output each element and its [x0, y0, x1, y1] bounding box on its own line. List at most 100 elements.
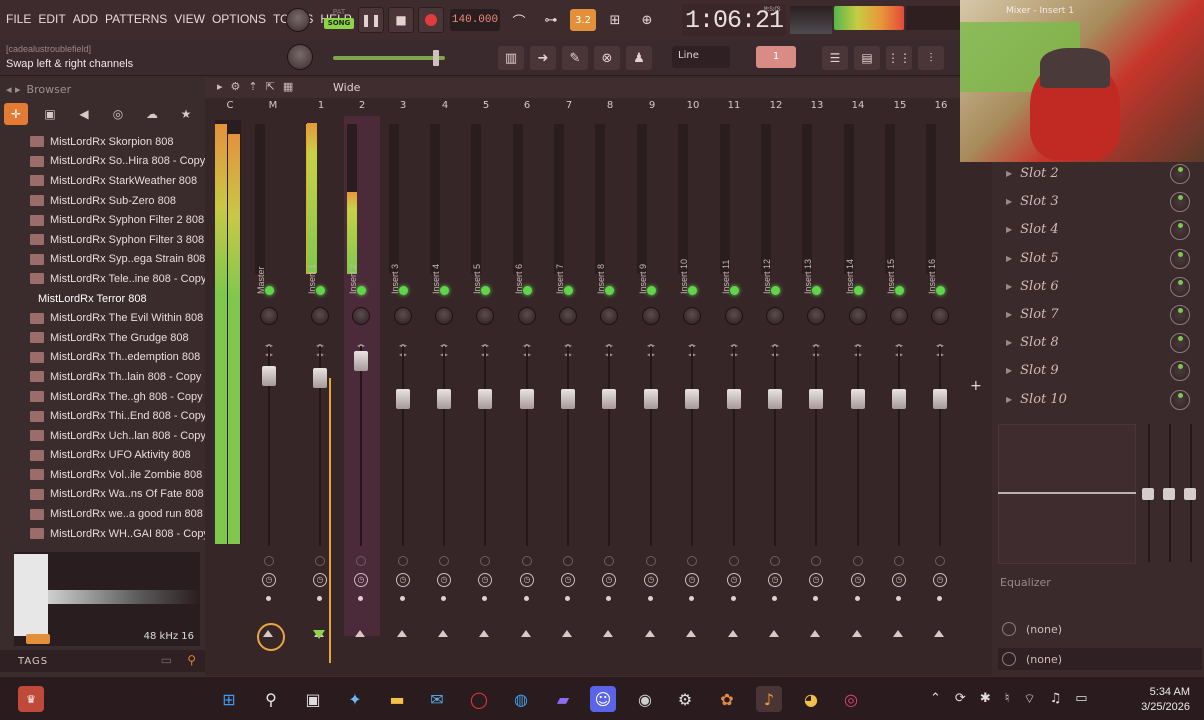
strip-record-icon[interactable]: ◷ — [727, 573, 741, 587]
slot-mix-knob[interactable] — [1170, 248, 1190, 269]
browser-file-item[interactable]: MistLordRx we..a good run 808 — [0, 504, 205, 524]
fl-studio-taskbar-icon[interactable]: ♪ — [756, 686, 782, 712]
effect-slot[interactable]: ▶ Slot 4 — [1000, 216, 1200, 243]
opera-icon[interactable]: ◯ — [466, 686, 492, 712]
strip-record-icon[interactable]: ◷ — [396, 573, 410, 587]
strip-volume-fader[interactable] — [768, 389, 782, 409]
strip-route-arrow-icon[interactable] — [438, 630, 448, 637]
strip-pan-knob[interactable] — [559, 307, 577, 325]
record-button[interactable] — [418, 7, 444, 33]
strip-name[interactable]: Insert 11 — [721, 234, 735, 294]
effect-slot[interactable]: ▶ Slot 2 — [1000, 160, 1200, 187]
strip-record-icon[interactable]: ◷ — [520, 573, 534, 587]
browser-file-item[interactable]: MistLordRx Sub-Zero 808 — [0, 191, 205, 211]
strip-mute-switch[interactable] — [812, 286, 821, 295]
strip-volume-fader[interactable] — [685, 389, 699, 409]
strip-send-dot-icon[interactable] — [565, 596, 570, 601]
strip-send-dot-icon[interactable] — [317, 596, 322, 601]
strip-pan-knob[interactable] — [435, 307, 453, 325]
tempo-display[interactable]: 140.000 — [450, 9, 500, 31]
pat-song-toggle[interactable]: PAT SONG — [324, 7, 354, 33]
strip-arm-icon[interactable] — [770, 556, 780, 566]
menu-file[interactable]: FILE — [6, 12, 31, 26]
strip-arm-icon[interactable] — [729, 556, 739, 566]
slot-expand-icon[interactable]: ▶ — [1006, 282, 1012, 291]
step-edit-icon[interactable]: ⊞ — [602, 9, 628, 31]
strip-route-arrow-icon[interactable] — [562, 630, 572, 637]
browser-file-item[interactable]: MistLordRx Uch..lan 808 - Copy — [0, 426, 205, 446]
strip-route-arrow-icon[interactable] — [852, 630, 862, 637]
mixer-strip[interactable]: Insert 9◂▸◂▸◷ — [634, 116, 670, 637]
volume-slider-thumb[interactable] — [433, 50, 439, 66]
folder-icon[interactable]: ▭ — [161, 653, 173, 667]
strip-record-icon[interactable]: ◷ — [437, 573, 451, 587]
strip-send-dot-icon[interactable] — [441, 596, 446, 601]
strip-mute-switch[interactable] — [688, 286, 697, 295]
menu-edit[interactable]: EDIT — [38, 12, 65, 26]
strip-pan-knob[interactable] — [683, 307, 701, 325]
equalizer-graph[interactable] — [998, 424, 1136, 564]
strip-record-icon[interactable]: ◷ — [768, 573, 782, 587]
file-explorer-icon[interactable]: ▬ — [384, 686, 410, 712]
strip-arm-icon[interactable] — [687, 556, 697, 566]
strip-name[interactable]: Insert 16 — [927, 234, 941, 294]
strip-pan-knob[interactable] — [394, 307, 412, 325]
strip-volume-fader[interactable] — [851, 389, 865, 409]
system-clock[interactable]: 5:34 AM 3/25/2026 — [1130, 685, 1190, 715]
slot-mix-knob[interactable] — [1170, 361, 1190, 382]
strip-name[interactable]: Insert 8 — [596, 234, 610, 294]
slot-expand-icon[interactable]: ▶ — [1006, 395, 1012, 404]
strip-name[interactable]: Insert 9 — [638, 234, 652, 294]
slot-expand-icon[interactable]: ▶ — [1006, 338, 1012, 347]
strip-mute-switch[interactable] — [895, 286, 904, 295]
slot-expand-icon[interactable]: ▶ — [1006, 310, 1012, 319]
strip-send-dot-icon[interactable] — [482, 596, 487, 601]
menu-options[interactable]: OPTIONS — [212, 12, 266, 26]
master-pitch-knob[interactable] — [286, 8, 310, 32]
strip-volume-fader[interactable] — [262, 366, 276, 386]
current-project-icon[interactable]: ▣ — [38, 103, 62, 125]
strip-pan-knob[interactable] — [352, 307, 370, 325]
strip-arm-icon[interactable] — [315, 556, 325, 566]
strip-route-arrow-icon[interactable] — [728, 630, 738, 637]
browser-file-item[interactable]: MistLordRx Vol..ile Zombie 808 — [0, 465, 205, 485]
strip-pan-knob[interactable] — [642, 307, 660, 325]
eq-fader-2[interactable] — [1163, 488, 1175, 500]
strip-mute-switch[interactable] — [399, 286, 408, 295]
stop-button[interactable]: ■ — [388, 7, 414, 33]
strip-mute-switch[interactable] — [936, 286, 945, 295]
mixer-strip[interactable]: Insert 12◂▸◂▸◷ — [758, 116, 794, 637]
notification-app-icon[interactable]: ♛ — [18, 686, 44, 712]
mixer-strip[interactable]: Insert 3◂▸◂▸◷ — [386, 116, 422, 637]
browser-file-item[interactable]: MistLordRx Tele..ine 808 - Copy — [0, 269, 205, 289]
link-icon[interactable]: ⊗ — [594, 46, 620, 70]
strip-volume-fader[interactable] — [478, 389, 492, 409]
browser-file-item[interactable]: MistLordRx UFO Aktivity 808 — [0, 446, 205, 466]
strip-route-arrow-icon[interactable] — [521, 630, 531, 637]
metronome-icon[interactable]: ⌒ — [506, 9, 532, 31]
strip-volume-fader[interactable] — [354, 351, 368, 371]
strip-name[interactable]: Insert 2 — [348, 234, 362, 294]
strip-arm-icon[interactable] — [522, 556, 532, 566]
strip-record-icon[interactable]: ◷ — [354, 573, 368, 587]
strip-send-dot-icon[interactable] — [606, 596, 611, 601]
volume-icon[interactable]: ♫ — [1050, 691, 1062, 707]
strip-send-dot-icon[interactable] — [813, 596, 818, 601]
mixer-strip[interactable]: Insert 6◂▸◂▸◷ — [510, 116, 546, 637]
master-volume-slider[interactable] — [333, 50, 445, 66]
strip-record-icon[interactable]: ◷ — [313, 573, 327, 587]
strip-arm-icon[interactable] — [356, 556, 366, 566]
task-view-icon[interactable]: ▣ — [300, 686, 326, 712]
mixer-view-icon[interactable]: ▦ — [283, 80, 293, 93]
strip-record-icon[interactable]: ◷ — [933, 573, 947, 587]
strip-name[interactable]: Insert 13 — [803, 234, 817, 294]
strip-mute-switch[interactable] — [481, 286, 490, 295]
strip-arm-icon[interactable] — [894, 556, 904, 566]
strip-arm-icon[interactable] — [563, 556, 573, 566]
browser-file-item[interactable]: MistLordRx StarkWeather 808 — [0, 171, 205, 191]
mixer-strip[interactable]: Insert 15◂▸◂▸◷ — [882, 116, 918, 637]
strip-record-icon[interactable]: ◷ — [809, 573, 823, 587]
strip-volume-fader[interactable] — [520, 389, 534, 409]
strip-name[interactable]: Insert 7 — [555, 234, 569, 294]
loop-record-icon[interactable]: ⊕ — [634, 9, 660, 31]
